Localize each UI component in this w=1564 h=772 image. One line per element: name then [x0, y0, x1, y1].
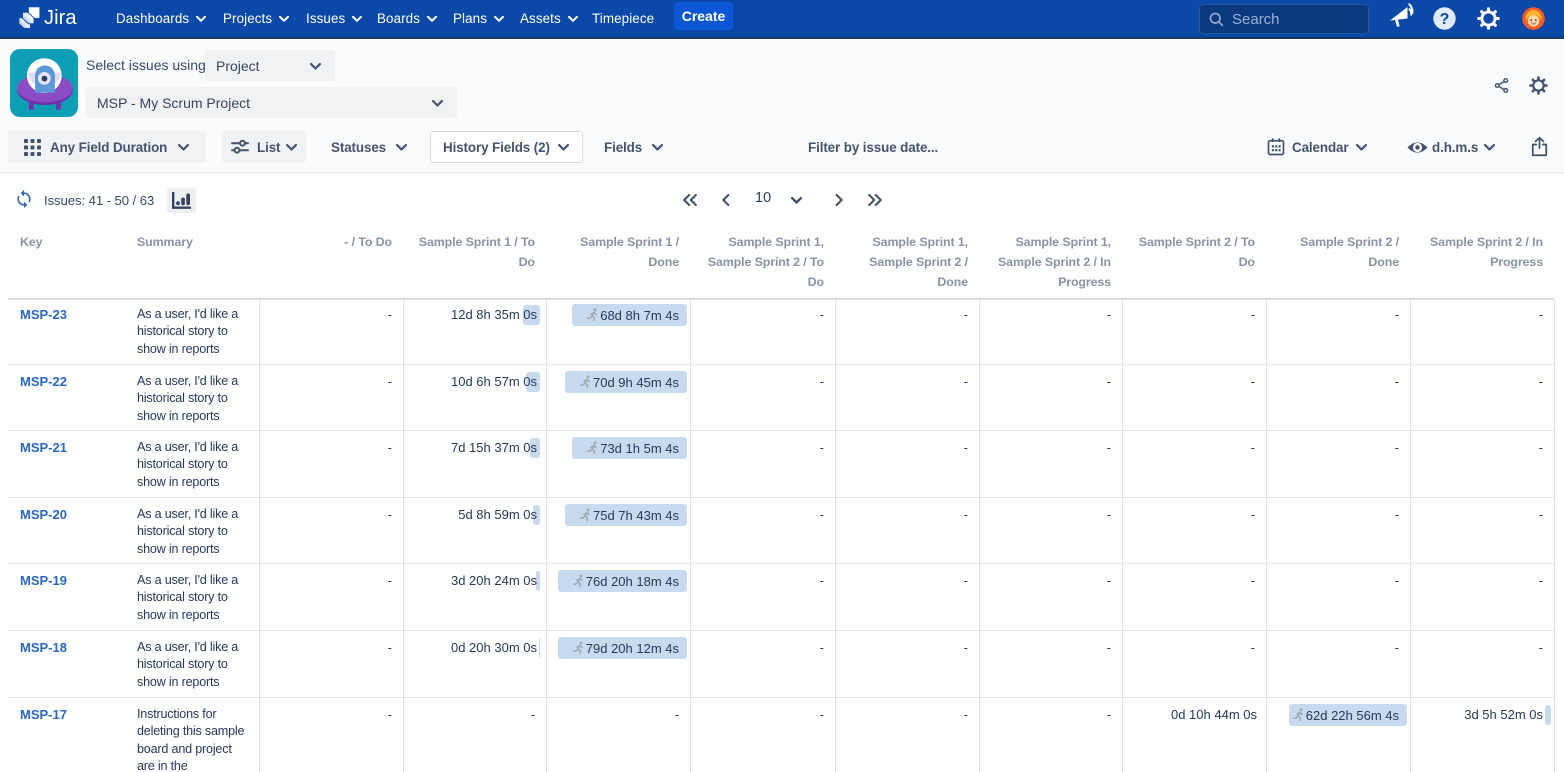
svg-text:?: ? [1440, 11, 1450, 28]
